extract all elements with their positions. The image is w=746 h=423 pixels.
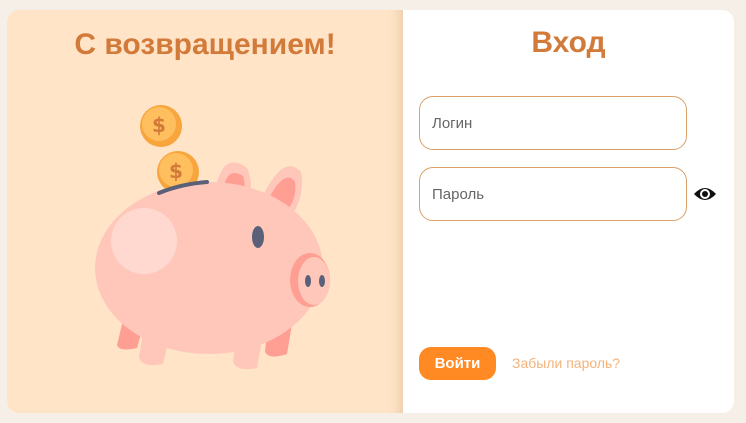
coin-icon: $ xyxy=(140,105,182,147)
forgot-password-link[interactable]: Забыли пароль? xyxy=(512,355,620,371)
login-title: Вход xyxy=(531,26,606,59)
login-panel: Вход Войти Забыли пароль? xyxy=(403,10,734,413)
welcome-panel: С возвращением! $ $ xyxy=(7,10,403,413)
login-input[interactable] xyxy=(419,96,687,150)
login-card: С возвращением! $ $ Вход Логин Войти Заб… xyxy=(7,10,734,413)
svg-text:$: $ xyxy=(152,113,166,137)
login-button[interactable]: Войти xyxy=(419,347,496,380)
password-input[interactable] xyxy=(419,167,687,221)
welcome-title: С возвращением! xyxy=(74,28,336,61)
svg-text:$: $ xyxy=(169,159,183,183)
piggy-bank-illustration: $ $ xyxy=(95,105,330,370)
eye-icon[interactable] xyxy=(693,184,717,204)
